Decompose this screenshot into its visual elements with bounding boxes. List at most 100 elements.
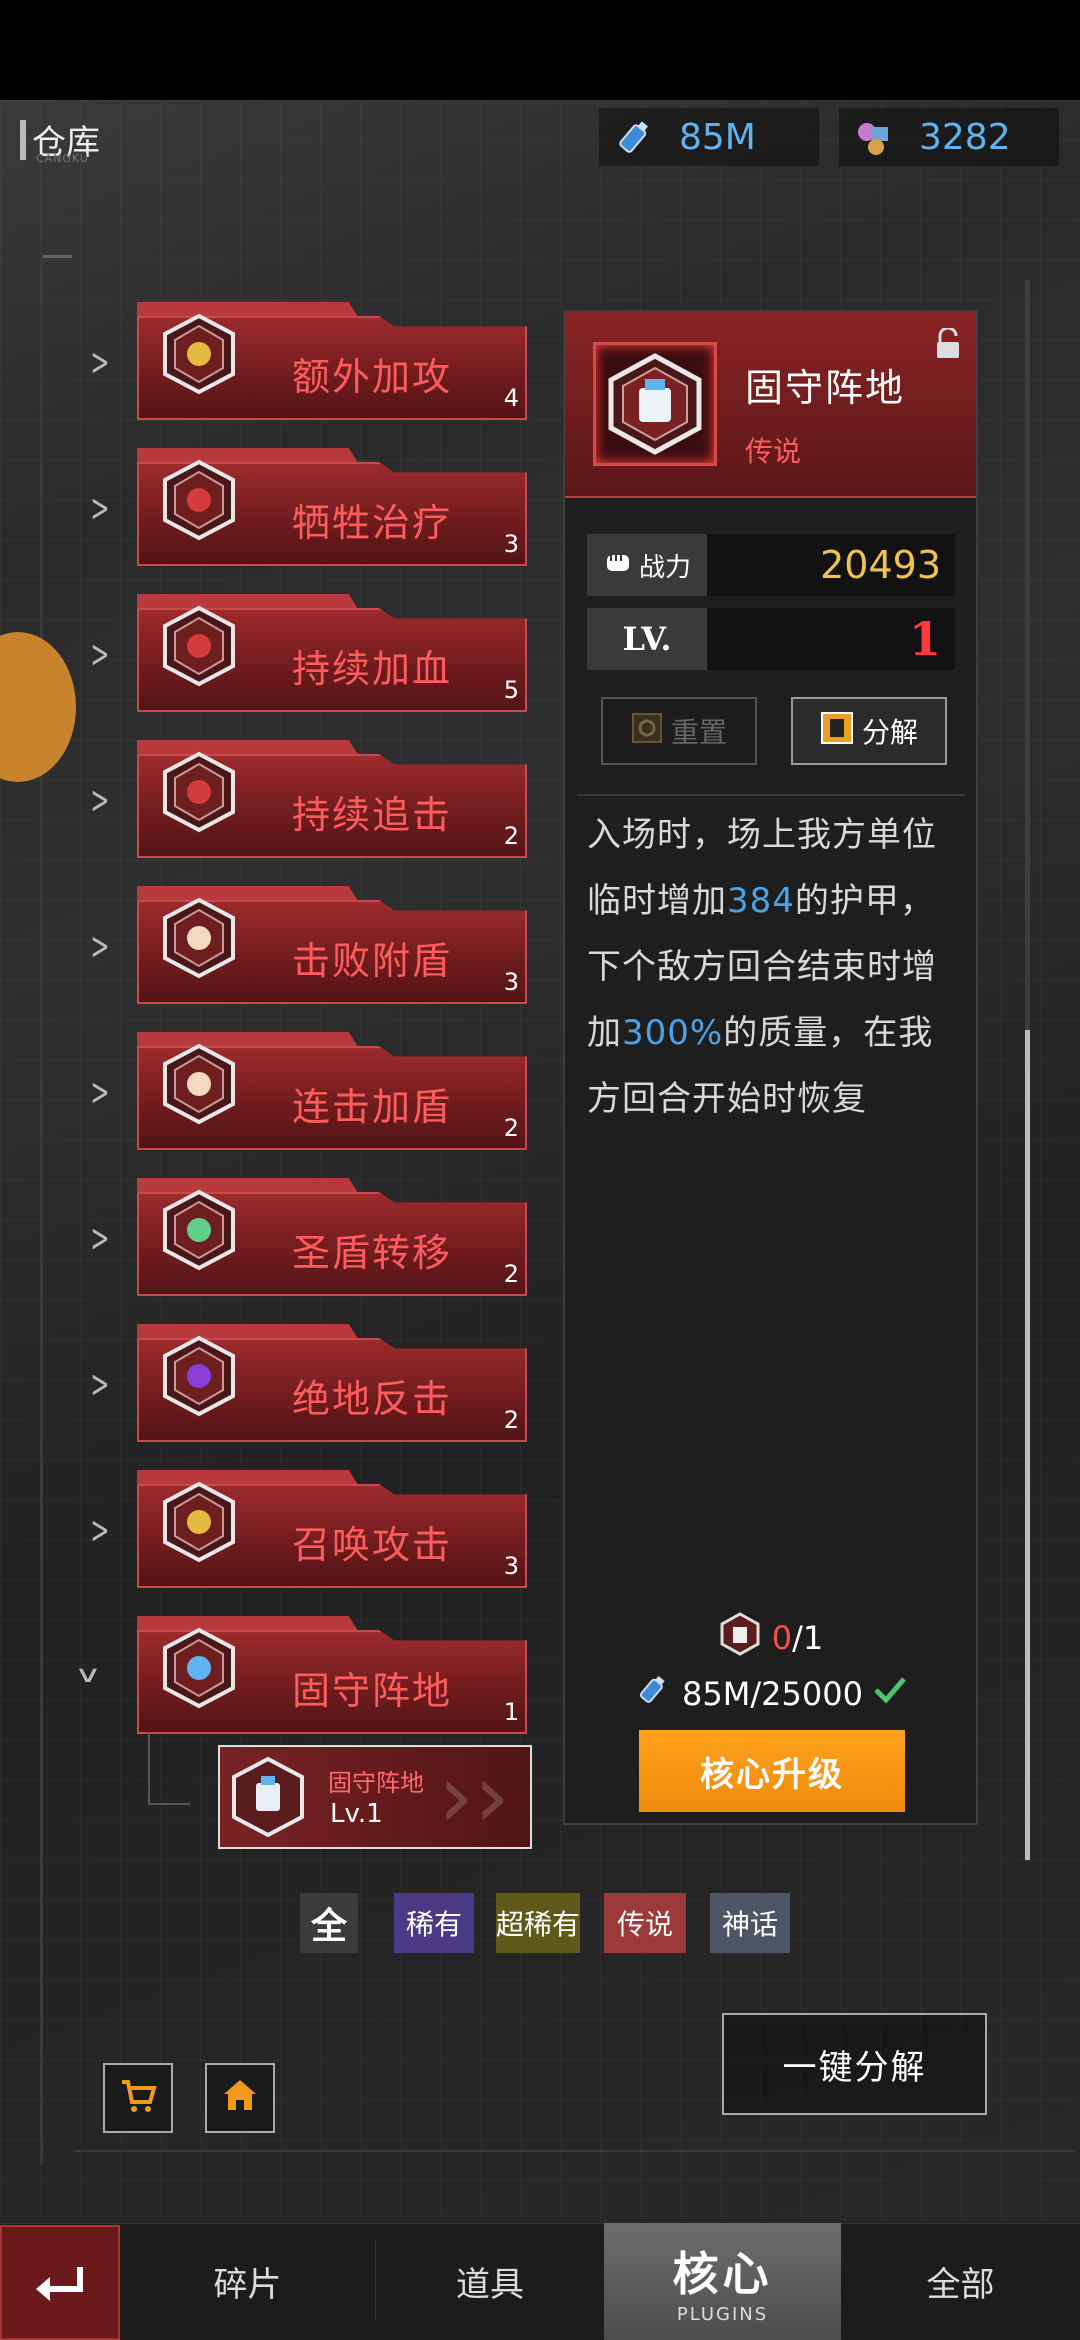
plugin-badge-icon	[157, 604, 241, 688]
plugin-instance-name: 固守阵地	[328, 1769, 424, 1797]
plugin-count: 1	[503, 1698, 519, 1726]
plugin-badge-icon	[157, 896, 241, 980]
plugin-list-item[interactable]: 圣盾转移 2	[137, 1178, 527, 1296]
chevron-right-icon[interactable]: >	[90, 924, 109, 968]
fist-icon	[603, 547, 633, 584]
chevron-right-icon[interactable]: >	[90, 1508, 109, 1552]
plugin-list-item[interactable]: 击败附盾 3	[137, 886, 527, 1004]
plugin-count: 5	[503, 676, 519, 704]
parts-value: 3282	[919, 116, 1011, 158]
parts-icon	[849, 112, 899, 162]
plugin-name: 击败附盾	[291, 939, 452, 983]
tab-fragments[interactable]: 碎片	[120, 2223, 375, 2340]
page-subtitle: CANGKU	[36, 152, 89, 165]
plugin-name: 额外加攻	[291, 355, 452, 399]
scrollbar[interactable]	[1025, 280, 1030, 1860]
plugin-name: 持续追击	[291, 793, 452, 837]
plugin-count: 2	[503, 1114, 519, 1142]
status-bar	[0, 0, 1080, 100]
cart-icon	[118, 2076, 158, 2120]
chevron-right-icon[interactable]: >	[90, 1362, 109, 1406]
chevron-down-icon[interactable]: ∨	[74, 1661, 102, 1687]
shard-icon	[718, 1612, 762, 1664]
tab-core-sublabel: PLUGINS	[676, 2304, 769, 2325]
energy-cost: 85M/25000	[565, 1672, 976, 1716]
plugin-list-item[interactable]: 持续追击 2	[137, 740, 527, 858]
plugin-badge-icon	[157, 1626, 241, 1710]
divider	[577, 794, 965, 796]
tab-items[interactable]: 道具	[376, 2223, 604, 2340]
plugin-badge-icon	[157, 750, 241, 834]
chevron-right-icon[interactable]: >	[90, 1070, 109, 1114]
core-upgrade-button[interactable]: 核心升级	[639, 1730, 905, 1812]
detail-rarity: 传说	[745, 435, 802, 468]
plugin-count: 2	[503, 1260, 519, 1288]
chevron-right-icon[interactable]: >	[90, 486, 109, 530]
level-stat: LV. 1	[587, 608, 955, 670]
plugin-badge-icon	[226, 1755, 310, 1839]
energy-cost-value: 85M/25000	[682, 1675, 863, 1713]
power-value: 20493	[820, 543, 941, 587]
reset-button[interactable]: 重置	[601, 697, 757, 765]
plugin-name: 召唤攻击	[291, 1523, 452, 1567]
back-button[interactable]	[0, 2225, 120, 2340]
back-arrow-icon	[32, 2259, 88, 2307]
plugin-count: 2	[503, 822, 519, 850]
chevron-right-icon[interactable]: >	[90, 340, 109, 384]
plugin-name: 固守阵地	[291, 1669, 452, 1713]
plugin-name: 连击加盾	[291, 1085, 452, 1129]
shield-fortress-icon	[608, 353, 702, 455]
filter-3[interactable]: 传说	[604, 1893, 686, 1953]
plugin-list-item[interactable]: 固守阵地 1	[137, 1616, 527, 1734]
plugin-list-item[interactable]: 牺牲治疗 3	[137, 448, 527, 566]
skill-description: 入场时，场上我方单位临时增加384的护甲，下个敌方回合结束时增加300%的质量，…	[587, 815, 937, 1119]
filter-2[interactable]: 超稀有	[496, 1893, 580, 1953]
energy-value: 85M	[679, 116, 756, 158]
plugin-instance-level: Lv.1	[330, 1799, 383, 1829]
energy-bottle-icon	[609, 112, 659, 162]
plugin-instance-card[interactable]: 固守阵地 Lv.1 ››	[218, 1745, 532, 1849]
plugin-list-item[interactable]: 额外加攻 4	[137, 302, 527, 420]
reset-icon	[631, 712, 663, 751]
frame-line	[40, 255, 43, 2165]
home-button[interactable]	[205, 2063, 275, 2133]
plugin-name: 持续加血	[291, 647, 452, 691]
dismantle-icon	[820, 711, 854, 752]
filter-4[interactable]: 神话	[710, 1893, 790, 1953]
plugin-badge-icon	[157, 1188, 241, 1272]
check-icon	[873, 1675, 907, 1713]
dismantle-button[interactable]: 分解	[791, 697, 947, 765]
energy-resource: 85M	[598, 107, 820, 167]
parts-resource: 3282	[838, 107, 1060, 167]
plugin-list-item[interactable]: 持续加血 5	[137, 594, 527, 712]
plugin-name: 绝地反击	[291, 1377, 452, 1421]
detail-header: 固守阵地 传说	[565, 312, 976, 498]
power-label: 战力	[587, 534, 707, 596]
plugin-count: 2	[503, 1406, 519, 1434]
home-icon	[220, 2076, 260, 2120]
frame-corner	[40, 255, 72, 287]
one-click-dismantle-button[interactable]: 一键分解	[722, 2013, 987, 2115]
plugin-count: 3	[503, 530, 519, 558]
plugin-name: 牺牲治疗	[291, 501, 452, 545]
plugin-detail-panel: 固守阵地 传说 战力 20493 LV. 1 重置 分解 入场时，场上我方单位临…	[563, 310, 978, 1825]
chevron-right-icon[interactable]: >	[90, 1216, 109, 1260]
shard-need: /1	[792, 1619, 824, 1657]
unlock-icon[interactable]	[934, 326, 962, 360]
plugin-list-item[interactable]: 连击加盾 2	[137, 1032, 527, 1150]
plugin-badge-icon	[157, 1480, 241, 1564]
tab-core[interactable]: 核心 PLUGINS	[604, 2223, 841, 2340]
plugin-name: 圣盾转移	[291, 1231, 452, 1275]
plugin-list-item[interactable]: 绝地反击 2	[137, 1324, 527, 1442]
tab-all[interactable]: 全部	[841, 2223, 1080, 2340]
filter-1[interactable]: 稀有	[394, 1893, 474, 1953]
scrollbar-thumb[interactable]	[1025, 1030, 1030, 1860]
chevron-right-icon[interactable]: >	[90, 632, 109, 676]
power-stat: 战力 20493	[587, 534, 955, 596]
arrows-icon: ››	[438, 1745, 510, 1849]
shop-button[interactable]	[103, 2063, 173, 2133]
plugin-badge-icon	[157, 1042, 241, 1126]
plugin-list-item[interactable]: 召唤攻击 3	[137, 1470, 527, 1588]
filter-0[interactable]: 全	[300, 1893, 358, 1953]
chevron-right-icon[interactable]: >	[90, 778, 109, 822]
